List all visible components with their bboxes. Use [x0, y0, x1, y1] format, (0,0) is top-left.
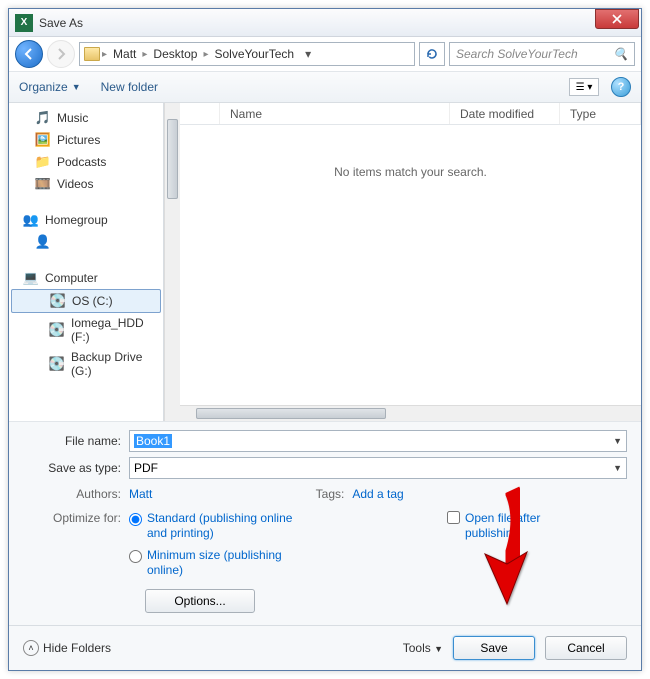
- filename-label: File name:: [23, 434, 129, 448]
- radio-standard[interactable]: Standard (publishing online and printing…: [129, 511, 307, 542]
- hide-folders-button[interactable]: ˄ Hide Folders: [23, 640, 111, 656]
- tree-iomega[interactable]: 💽Iomega_HDD (F:): [9, 313, 163, 347]
- authors-label: Authors:: [23, 487, 129, 501]
- search-placeholder: Search SolveYourTech: [456, 47, 613, 61]
- save-as-dialog: X Save As ▸ Matt ▸ Desktop ▸ SolveYourTe…: [8, 8, 642, 671]
- tree-podcasts[interactable]: 📁Podcasts: [9, 151, 163, 173]
- forward-button[interactable]: [47, 40, 75, 68]
- computer-icon: 💻: [23, 270, 39, 286]
- view-button[interactable]: ☰ ▾: [569, 78, 599, 96]
- window-title: Save As: [39, 16, 83, 30]
- options-button[interactable]: Options...: [145, 589, 255, 613]
- empty-message: No items match your search.: [180, 125, 641, 405]
- drive-icon: 💽: [49, 322, 65, 338]
- file-list[interactable]: Name Date modified Type No items match y…: [180, 103, 641, 421]
- tree-homegroup[interactable]: 👥Homegroup: [9, 209, 163, 231]
- new-folder-button[interactable]: New folder: [101, 80, 158, 94]
- music-icon: 🎵: [35, 110, 51, 126]
- tree-user[interactable]: 👤: [9, 231, 163, 253]
- address-bar[interactable]: ▸ Matt ▸ Desktop ▸ SolveYourTech ▾: [79, 42, 415, 66]
- savetype-select[interactable]: PDF ▼: [129, 457, 627, 479]
- separator: [9, 625, 641, 626]
- tree-os-c[interactable]: 💽OS (C:): [11, 289, 161, 313]
- videos-icon: 🎞️: [35, 176, 51, 192]
- titlebar: X Save As: [9, 9, 641, 37]
- user-icon: 👤: [35, 234, 51, 250]
- toolbar: Organize▼ New folder ☰ ▾ ?: [9, 71, 641, 103]
- drive-icon: 💽: [49, 356, 65, 372]
- folder-icon: 📁: [35, 154, 51, 170]
- form-area: File name: Book1 ▼ Save as type: PDF ▼ A…: [9, 421, 641, 670]
- search-icon: 🔍: [613, 47, 628, 61]
- refresh-button[interactable]: [419, 42, 445, 66]
- tags-value[interactable]: Add a tag: [352, 487, 403, 501]
- radio-minimum[interactable]: Minimum size (publishing online): [129, 548, 307, 579]
- tree-videos[interactable]: 🎞️Videos: [9, 173, 163, 195]
- checkbox-open-after[interactable]: Open file after publishing: [447, 511, 585, 542]
- savetype-label: Save as type:: [23, 461, 129, 475]
- drive-icon: 💽: [50, 293, 66, 309]
- chevron-up-icon: ˄: [23, 640, 39, 656]
- organize-button[interactable]: Organize▼: [19, 80, 81, 94]
- chevron-right-icon: ▸: [102, 49, 107, 60]
- col-name[interactable]: Name: [220, 103, 450, 124]
- optimize-label: Optimize for:: [23, 511, 129, 525]
- folder-icon: [84, 47, 100, 61]
- address-dropdown[interactable]: ▾: [300, 47, 316, 61]
- list-hscrollbar[interactable]: [180, 405, 641, 421]
- authors-value[interactable]: Matt: [129, 487, 152, 501]
- crumb-matt[interactable]: Matt: [109, 47, 140, 61]
- tools-menu[interactable]: Tools ▼: [403, 641, 443, 655]
- tree-scrollbar[interactable]: [164, 103, 180, 421]
- crumb-desktop[interactable]: Desktop: [149, 47, 201, 61]
- tree-pictures[interactable]: 🖼️Pictures: [9, 129, 163, 151]
- back-button[interactable]: [15, 40, 43, 68]
- help-button[interactable]: ?: [611, 77, 631, 97]
- col-type[interactable]: Type: [560, 103, 641, 124]
- search-input[interactable]: Search SolveYourTech 🔍: [449, 42, 635, 66]
- body: 🎵Music 🖼️Pictures 📁Podcasts 🎞️Videos 👥Ho…: [9, 103, 641, 421]
- chevron-right-icon: ▸: [142, 49, 147, 60]
- col-date[interactable]: Date modified: [450, 103, 560, 124]
- excel-icon: X: [15, 14, 33, 32]
- tree-music[interactable]: 🎵Music: [9, 107, 163, 129]
- column-headers: Name Date modified Type: [180, 103, 641, 125]
- close-button[interactable]: [595, 9, 639, 29]
- folder-tree[interactable]: 🎵Music 🖼️Pictures 📁Podcasts 🎞️Videos 👥Ho…: [9, 103, 164, 421]
- cancel-button[interactable]: Cancel: [545, 636, 627, 660]
- tree-computer[interactable]: 💻Computer: [9, 267, 163, 289]
- homegroup-icon: 👥: [23, 212, 39, 228]
- chevron-right-icon: ▸: [203, 49, 208, 60]
- crumb-solveyourtech[interactable]: SolveYourTech: [210, 47, 298, 61]
- pictures-icon: 🖼️: [35, 132, 51, 148]
- tags-label: Tags:: [302, 487, 352, 501]
- filename-dropdown[interactable]: ▼: [613, 436, 622, 446]
- nav-row: ▸ Matt ▸ Desktop ▸ SolveYourTech ▾ Searc…: [9, 37, 641, 71]
- tree-backup[interactable]: 💽Backup Drive (G:): [9, 347, 163, 381]
- savetype-dropdown[interactable]: ▼: [613, 463, 622, 473]
- save-button[interactable]: Save: [453, 636, 535, 660]
- filename-input[interactable]: Book1 ▼: [129, 430, 627, 452]
